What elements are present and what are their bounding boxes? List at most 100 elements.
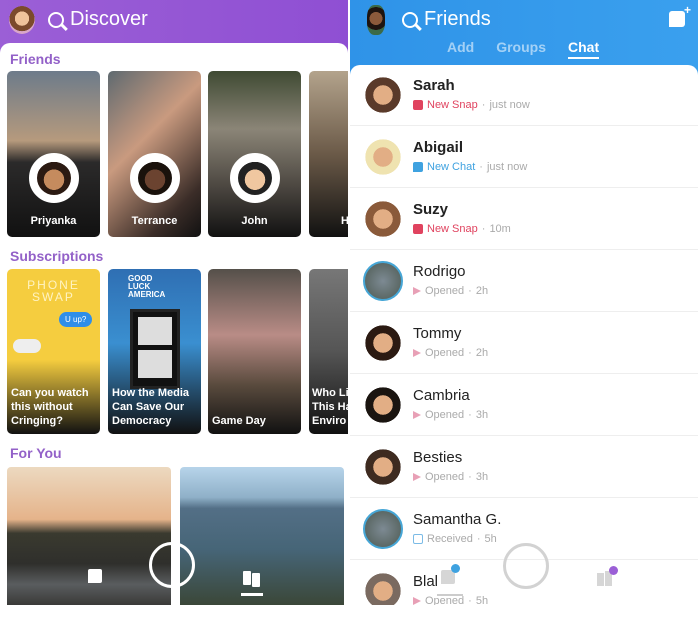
section-title-subscriptions: Subscriptions (10, 248, 104, 264)
friend-avatar[interactable] (363, 261, 403, 301)
subscription-caption: Can you watch this without Cringing? (11, 387, 89, 427)
new-chat-icon[interactable]: + (669, 3, 691, 27)
chat-row[interactable]: Besties Opened · 3h (350, 437, 698, 498)
snap-icon (413, 224, 423, 234)
search-icon (48, 11, 64, 28)
chat-name: Rodrigo (413, 263, 466, 280)
status-time: 3h (475, 409, 489, 421)
search-icon (402, 11, 418, 28)
status-time: just now (486, 161, 528, 173)
friend-avatar[interactable] (363, 385, 403, 425)
status-separator: · (468, 471, 472, 483)
for-you-tile[interactable] (7, 467, 171, 605)
status-time: 5h (475, 595, 489, 605)
chat-row[interactable]: Tommy Opened · 2h (350, 313, 698, 374)
status-text: New Snap (427, 99, 478, 111)
chat-name: Sarah (413, 77, 455, 94)
chat-status: Opened · 3h (413, 409, 488, 421)
status-text: Opened (425, 285, 465, 297)
friend-avatar[interactable] (363, 137, 403, 177)
status-text: Opened (425, 347, 465, 359)
opened-icon (413, 287, 421, 295)
friend-avatar (129, 153, 180, 203)
tab-chat[interactable]: Chat (568, 39, 600, 59)
friend-avatar[interactable] (363, 199, 403, 239)
status-time: 5h (484, 533, 497, 545)
subscription-card[interactable]: Game Day (208, 269, 301, 434)
chat-badge (451, 564, 460, 573)
discover-screen: Discover Friends Priyanka Terrance John … (0, 0, 348, 605)
status-separator: · (481, 223, 486, 235)
chat-name: Abigail (413, 139, 464, 156)
chat-name: Blal (413, 573, 439, 590)
chat-status: New Chat · just now (413, 161, 527, 173)
friend-story-card[interactable]: Priyanka (7, 71, 100, 237)
message-bubble: U up? (59, 312, 93, 327)
friend-story-card[interactable]: H (309, 71, 348, 237)
friend-avatar[interactable] (363, 447, 403, 487)
chat-row[interactable]: Sarah New Snap · just now (350, 65, 698, 126)
friends-screen: Friends + Add Groups Chat Sarah New Snap… (350, 0, 698, 605)
profile-avatar[interactable] (9, 6, 35, 34)
section-title-friends: Friends (10, 51, 61, 67)
chat-status: Opened · 2h (413, 285, 488, 297)
chat-row[interactable]: Cambria Opened · 3h (350, 375, 698, 436)
chat-name: Besties (413, 449, 463, 466)
friend-name: H (341, 215, 348, 227)
subscription-caption: How the Media Can Save Our Democracy (112, 387, 190, 427)
chat-row[interactable]: Abigail New Chat · just now (350, 127, 698, 188)
tab-groups[interactable]: Groups (496, 39, 546, 59)
opened-icon (413, 411, 421, 419)
chat-row[interactable]: Rodrigo Opened · 2h (350, 251, 698, 312)
status-text: Opened (425, 409, 465, 421)
chat-status: Opened · 2h (413, 347, 488, 359)
camera-button[interactable] (149, 542, 195, 588)
status-text: Received (427, 533, 473, 545)
friend-name: John (241, 215, 268, 227)
active-nav-indicator (437, 594, 463, 596)
stories-badge (609, 566, 618, 575)
profile-avatar[interactable] (367, 5, 385, 35)
status-separator: · (468, 347, 472, 359)
friend-avatar[interactable] (363, 571, 403, 605)
chat-list: Sarah New Snap · just now Abigail New Chat… (350, 65, 698, 605)
chat-status: New Snap · 10m (413, 223, 511, 235)
status-time: just now (489, 99, 530, 111)
status-text: New Chat (427, 161, 476, 173)
status-separator: · (479, 161, 483, 173)
status-text: Opened (425, 595, 465, 605)
camera-button[interactable] (503, 543, 549, 589)
subscription-card[interactable]: GOOD LUCK AMERICA How the Media Can Save… (108, 269, 201, 434)
chat-nav-icon[interactable] (441, 564, 460, 584)
friend-story-card[interactable]: John (208, 71, 301, 237)
for-you-tile[interactable] (180, 467, 344, 605)
show-art-title: PHONE SWAP (27, 278, 80, 304)
status-separator: · (468, 285, 472, 297)
typing-bubble (13, 339, 41, 353)
status-time: 10m (489, 223, 511, 235)
chat-status: Received · 5h (413, 533, 497, 545)
friend-avatar[interactable] (363, 323, 403, 363)
friend-avatar[interactable] (363, 509, 403, 549)
chat-name: Suzy (413, 201, 449, 218)
chat-name: Tommy (413, 325, 462, 342)
status-text: Opened (425, 471, 465, 483)
tab-add[interactable]: Add (447, 39, 474, 59)
subscription-card[interactable]: PHONE SWAP U up? Can you watch this with… (7, 269, 100, 434)
friend-avatar (28, 153, 79, 203)
chat-nav-icon[interactable] (88, 569, 102, 583)
page-title: Discover (70, 8, 148, 30)
subscription-caption: Game Day (212, 415, 266, 427)
search-bar[interactable]: Friends (402, 8, 491, 31)
received-icon (413, 534, 423, 544)
friend-story-card[interactable]: Terrance (108, 71, 201, 237)
search-bar[interactable]: Discover (48, 8, 148, 31)
friend-avatar[interactable] (363, 75, 403, 115)
snap-icon (413, 100, 423, 110)
subscription-card[interactable]: Who Li This Ha Enviro (309, 269, 348, 434)
chat-row[interactable]: Suzy New Snap · 10m (350, 189, 698, 250)
status-separator: · (468, 595, 472, 605)
chat-status: New Snap · just now (413, 99, 530, 111)
tv-art (130, 309, 180, 389)
chat-name: Cambria (413, 387, 470, 404)
